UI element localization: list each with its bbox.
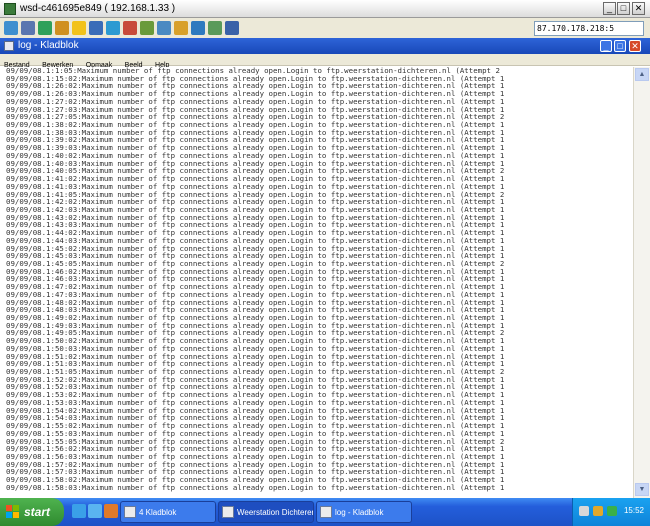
keyboard-icon[interactable] — [208, 21, 222, 35]
close-button[interactable]: ✕ — [632, 2, 645, 15]
task-kladblok-group[interactable]: 4 Kladblok — [120, 501, 216, 523]
notepad-titlebar[interactable]: log - Kladblok _ □ ✕ — [0, 38, 650, 54]
notepad-title: log - Kladblok — [18, 40, 79, 51]
refresh-icon[interactable] — [38, 21, 52, 35]
transfer-files-icon[interactable] — [72, 21, 86, 35]
remote-viewer-title: wsd-c461695e849 ( 192.168.1.33 ) — [20, 3, 176, 14]
system-tray: 15:52 — [572, 498, 650, 526]
task-weerstation-icon — [222, 506, 234, 518]
quicklaunch-ie-icon[interactable] — [72, 504, 86, 518]
disconnect-icon[interactable] — [123, 21, 137, 35]
notepad-icon — [4, 41, 14, 51]
vertical-scrollbar[interactable]: ▲ ▼ — [633, 67, 650, 498]
info-icon[interactable] — [191, 21, 205, 35]
remote-desktop: log - Kladblok _ □ ✕ Bestand Bewerken Op… — [0, 38, 650, 498]
clipboard-icon[interactable] — [106, 21, 120, 35]
fullscreen-icon[interactable] — [89, 21, 103, 35]
maximize-button[interactable]: □ — [617, 2, 630, 15]
options-icon[interactable] — [21, 21, 35, 35]
notepad-maximize-button[interactable]: □ — [614, 40, 626, 52]
log-line: 09/09/08.1:58:03:Maximum number of ftp c… — [6, 482, 505, 492]
quicklaunch-desktop-icon[interactable] — [88, 504, 102, 518]
ctrl-alt-del-icon[interactable] — [55, 21, 69, 35]
chat-icon[interactable] — [140, 21, 154, 35]
connection-address: 87.170.178.218:5 — [534, 21, 644, 36]
scroll-up-icon[interactable]: ▲ — [635, 68, 649, 81]
start-button[interactable]: start — [0, 498, 64, 526]
connect-icon[interactable] — [4, 21, 18, 35]
notepad-menubar: Bestand Bewerken Opmaak Beeld Help — [0, 54, 650, 69]
mouse-icon[interactable] — [225, 21, 239, 35]
task-label: Weerstation Dichteren — [237, 508, 314, 517]
scroll-down-icon[interactable]: ▼ — [635, 483, 649, 496]
scale-icon[interactable] — [174, 21, 188, 35]
task-log-icon — [320, 506, 332, 518]
notepad-window: log - Kladblok _ □ ✕ Bestand Bewerken Op… — [0, 38, 650, 498]
remote-viewer-titlebar[interactable]: wsd-c461695e849 ( 192.168.1.33 ) _ □ ✕ — [0, 0, 650, 18]
task-weerstation[interactable]: Weerstation Dichteren — [218, 501, 314, 523]
tray-volume-icon[interactable] — [593, 506, 603, 516]
notepad-minimize-button[interactable]: _ — [600, 40, 612, 52]
tray-security-icon[interactable] — [607, 506, 617, 516]
remote-viewer-app-icon — [4, 3, 16, 15]
minimize-button[interactable]: _ — [603, 2, 616, 15]
windows-flag-icon — [6, 505, 19, 518]
taskbar: start 4 Kladblok Weerstation Dichteren l… — [0, 498, 650, 526]
notepad-text-area[interactable]: 09/09/08.1:1:05:Maximum number of ftp co… — [0, 67, 633, 498]
start-label: start — [24, 505, 51, 519]
quicklaunch-media-icon[interactable] — [104, 504, 118, 518]
notepad-close-button[interactable]: ✕ — [629, 40, 641, 52]
tray-network-icon[interactable] — [579, 506, 589, 516]
remote-viewer-window: wsd-c461695e849 ( 192.168.1.33 ) _ □ ✕ 8… — [0, 0, 650, 526]
task-label: 4 Kladblok — [139, 508, 177, 517]
tray-clock: 15:52 — [623, 506, 644, 515]
screen-icon[interactable] — [157, 21, 171, 35]
task-kladblok-icon — [124, 506, 136, 518]
task-label: log - Kladblok — [335, 508, 384, 517]
task-log-kladblok[interactable]: log - Kladblok — [316, 501, 412, 523]
